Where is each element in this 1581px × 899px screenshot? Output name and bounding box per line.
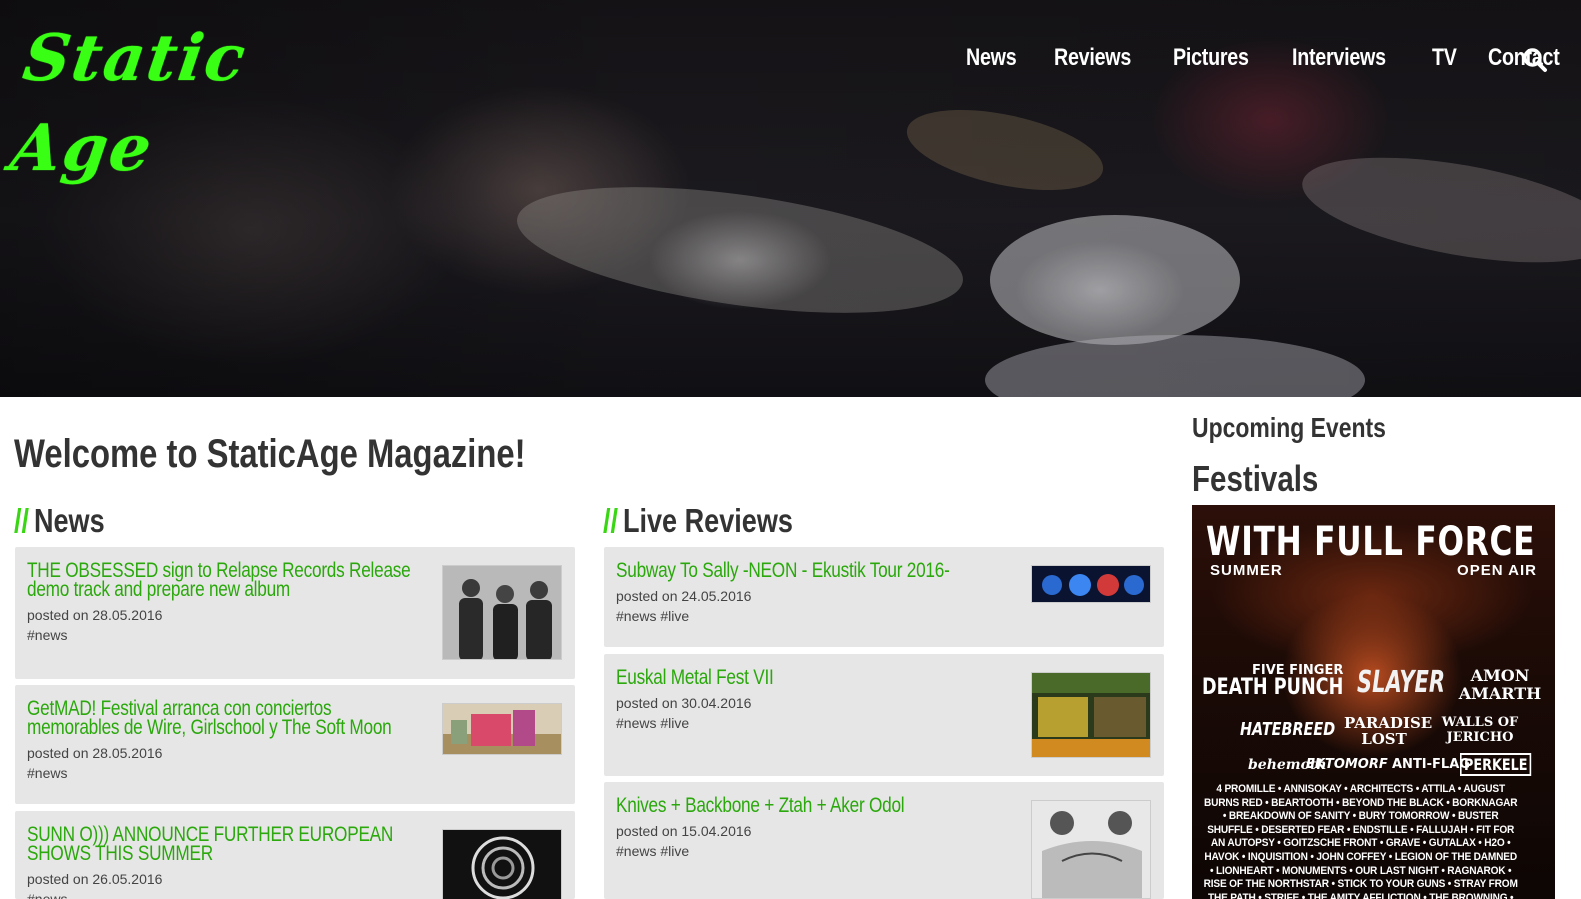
heading-slash: // xyxy=(14,502,30,539)
review-card: Euskal Metal Fest VII posted on 30.04.20… xyxy=(604,654,1164,776)
poster-band: SLAYER xyxy=(1357,665,1446,700)
review-title-link[interactable]: Subway To Sally -NEON - Ekustik Tour 201… xyxy=(616,560,1010,581)
poster-band: ANTI-FLAG xyxy=(1392,757,1470,772)
post-tags[interactable]: #news xyxy=(27,889,437,899)
review-thumbnail[interactable] xyxy=(1031,800,1151,899)
post-tags[interactable]: #news xyxy=(27,625,437,645)
post-tags[interactable]: #news xyxy=(27,763,437,783)
news-card: GetMAD! Festival arranca con conciertos … xyxy=(15,685,575,804)
news-card: SUNN O))) ANNOUNCE FURTHER EUROPEAN SHOW… xyxy=(15,811,575,899)
news-thumbnail[interactable] xyxy=(442,703,562,755)
nav-item-pictures[interactable]: Pictures xyxy=(1173,44,1249,72)
poster-band: DEATH PUNCH xyxy=(1202,675,1344,700)
post-date: posted on 15.04.2016 xyxy=(616,823,752,839)
review-card: Subway To Sally -NEON - Ekustik Tour 201… xyxy=(604,547,1164,647)
news-heading-label: News xyxy=(33,502,105,539)
review-title-link[interactable]: Knives + Backbone + Ztah + Aker Odol xyxy=(616,795,1010,816)
poster-band: PARADISE LOST xyxy=(1344,714,1433,748)
post-date: posted on 28.05.2016 xyxy=(27,607,163,623)
post-date: posted on 26.05.2016 xyxy=(27,871,163,887)
nav-item-interviews[interactable]: Interviews xyxy=(1292,44,1386,72)
news-heading: //News xyxy=(14,502,105,540)
post-date: posted on 24.05.2016 xyxy=(616,588,752,604)
heading-slash: // xyxy=(603,502,619,539)
news-thumbnail[interactable] xyxy=(442,829,562,899)
nav-item-news[interactable]: News xyxy=(966,44,1017,72)
poster-band: PERKELE xyxy=(1460,753,1532,776)
upcoming-events-heading: Upcoming Events xyxy=(1192,412,1386,443)
nav-item-tv[interactable]: TV xyxy=(1432,44,1457,72)
news-title-link[interactable]: GetMAD! Festival arranca con conciertos … xyxy=(27,698,421,738)
poster-band: HATEBREED xyxy=(1240,719,1336,740)
news-thumbnail[interactable] xyxy=(442,565,562,660)
poster-open-air: OPEN AIR xyxy=(1457,562,1537,579)
news-title-link[interactable]: SUNN O))) ANNOUNCE FURTHER EUROPEAN SHOW… xyxy=(27,824,421,864)
main-nav: News Reviews Pictures Interviews TV Cont… xyxy=(966,38,1581,78)
page-title: Welcome to StaticAge Magazine! xyxy=(14,432,526,476)
live-reviews-heading-label: Live Reviews xyxy=(622,502,793,539)
post-tags[interactable]: #news #live xyxy=(616,713,1026,733)
review-title-link[interactable]: Euskal Metal Fest VII xyxy=(616,667,1010,688)
news-card: THE OBSESSED sign to Relapse Records Rel… xyxy=(15,547,575,679)
post-tags[interactable]: #news #live xyxy=(616,841,1026,861)
poster-band: EKTOMORF xyxy=(1306,757,1388,772)
news-title-link[interactable]: THE OBSESSED sign to Relapse Records Rel… xyxy=(27,560,421,600)
festival-poster[interactable]: WITH FULL FORCE SUMMER OPEN AIR FIVE FIN… xyxy=(1192,505,1555,899)
poster-lineup: 4 PROMILLE • ANNISOKAY • ARCHITECTS • AT… xyxy=(1203,783,1518,899)
poster-title: WITH FULL FORCE xyxy=(1206,519,1536,565)
poster-band: AMON AMARTH xyxy=(1458,666,1542,703)
festivals-heading: Festivals xyxy=(1192,458,1319,499)
review-card: Knives + Backbone + Ztah + Aker Odol pos… xyxy=(604,782,1164,899)
site-logo[interactable]: Static Age xyxy=(6,14,391,186)
review-thumbnail[interactable] xyxy=(1031,565,1151,603)
search-icon[interactable] xyxy=(1522,47,1548,73)
post-date: posted on 28.05.2016 xyxy=(27,745,163,761)
review-thumbnail[interactable] xyxy=(1031,672,1151,758)
post-tags[interactable]: #news #live xyxy=(616,606,1026,626)
nav-item-reviews[interactable]: Reviews xyxy=(1054,44,1131,72)
post-date: posted on 30.04.2016 xyxy=(616,695,752,711)
hero-banner: Static Age News Reviews Pictures Intervi… xyxy=(0,0,1581,397)
live-reviews-heading: //Live Reviews xyxy=(603,502,793,540)
poster-band: WALLS OF JERICHO xyxy=(1441,715,1519,745)
poster-summer: SUMMER xyxy=(1210,562,1283,579)
